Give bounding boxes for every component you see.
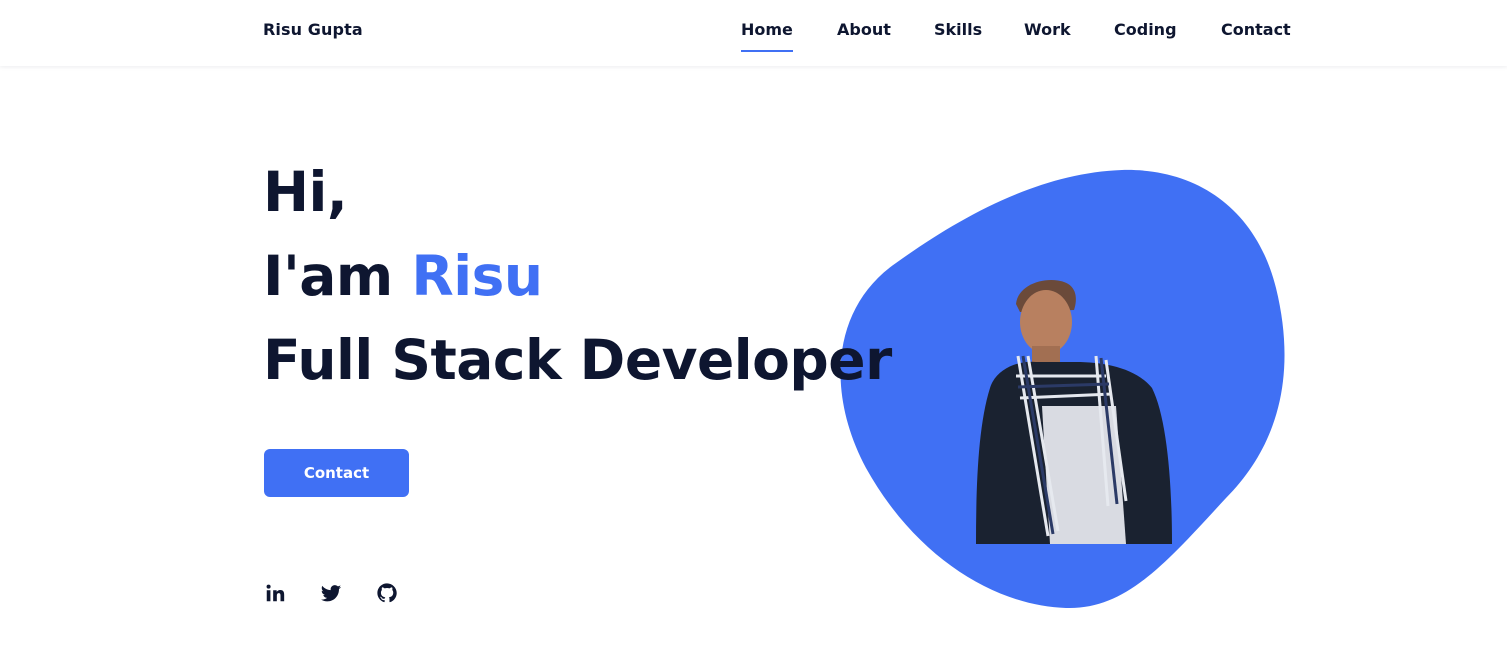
nav-item-about[interactable]: About [837, 20, 891, 39]
site-header: Risu Gupta Home About Skills Work Coding… [0, 0, 1507, 66]
twitter-icon [320, 585, 342, 602]
twitter-link[interactable] [319, 581, 343, 605]
hero-role: Full Stack Developer [263, 328, 892, 392]
github-link[interactable] [375, 581, 399, 605]
hero-name: Risu [411, 244, 543, 308]
linkedin-icon [266, 584, 285, 602]
hero-intro-prefix: I'am [263, 244, 393, 308]
main-nav: Home About Skills Work Coding Contact [0, 20, 1507, 60]
nav-item-contact[interactable]: Contact [1221, 20, 1291, 39]
hero-greeting: Hi, [263, 160, 348, 224]
nav-item-coding[interactable]: Coding [1114, 20, 1177, 39]
contact-button[interactable]: Contact [264, 449, 409, 497]
nav-item-skills[interactable]: Skills [934, 20, 982, 39]
profile-photo [976, 276, 1174, 544]
nav-item-work[interactable]: Work [1024, 20, 1071, 39]
github-icon [377, 583, 397, 603]
linkedin-link[interactable] [263, 581, 287, 605]
person-illustration [976, 280, 1172, 544]
nav-item-home[interactable]: Home [741, 20, 793, 52]
hero-intro: I'am Risu [263, 244, 543, 308]
